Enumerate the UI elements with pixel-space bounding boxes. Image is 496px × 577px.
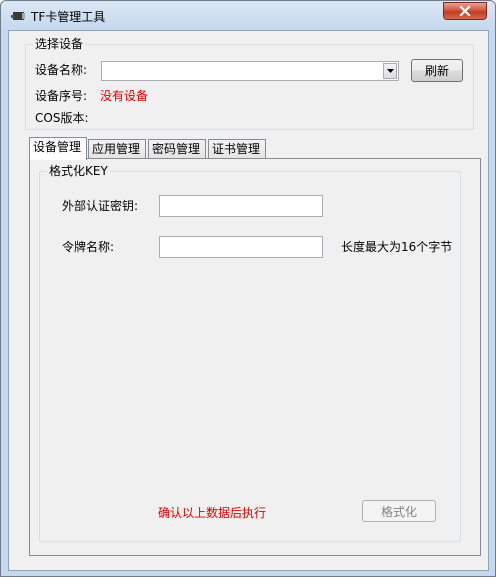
device-name-label: 设备名称: — [35, 63, 88, 77]
tab-certificate-management-label: 证书管理 — [212, 142, 261, 156]
serial-value: 没有设备 — [100, 89, 149, 103]
ext-auth-key-input[interactable] — [159, 195, 323, 217]
tab-certificate-management[interactable]: 证书管理 — [208, 139, 266, 159]
app-window: TF卡管理工具 选择设备 设备名称: 刷新 设备序号: 没有设备 COS版本: … — [0, 0, 496, 577]
device-dropdown-button[interactable] — [383, 63, 397, 79]
token-name-label: 令牌名称: — [62, 240, 115, 254]
dropdown-arrow-icon — [386, 69, 394, 73]
confirm-hint: 确认以上数据后执行 — [158, 506, 267, 520]
select-device-group-title: 选择设备 — [33, 37, 86, 51]
app-icon — [11, 12, 25, 20]
refresh-button-label: 刷新 — [424, 64, 449, 78]
close-icon — [459, 6, 471, 16]
refresh-button[interactable]: 刷新 — [411, 59, 463, 82]
format-key-group: 格式化KEY 外部认证密钥: 令牌名称: 长度最大为16个字节 确认以上数据后执… — [39, 164, 461, 542]
format-button[interactable]: 格式化 — [362, 500, 436, 522]
ext-auth-key-label: 外部认证密钥: — [62, 199, 139, 213]
tab-app-management-label: 应用管理 — [92, 142, 141, 156]
token-name-input[interactable] — [159, 236, 323, 258]
client-area: 选择设备 设备名称: 刷新 设备序号: 没有设备 COS版本: 设备管理 应用管… — [8, 30, 489, 571]
tab-password-management-label: 密码管理 — [152, 142, 201, 156]
format-button-label: 格式化 — [380, 504, 417, 519]
token-name-hint: 长度最大为16个字节 — [341, 240, 453, 254]
tab-device-management-label: 设备管理 — [33, 140, 82, 154]
tab-device-management[interactable]: 设备管理 — [29, 137, 87, 160]
format-key-group-title: 格式化KEY — [47, 164, 110, 178]
cos-version-label: COS版本: — [35, 111, 89, 125]
title-bar[interactable]: TF卡管理工具 — [1, 1, 495, 30]
device-name-combobox[interactable] — [101, 61, 399, 81]
tab-app-management[interactable]: 应用管理 — [88, 139, 146, 159]
device-management-panel: 格式化KEY 外部认证密钥: 令牌名称: 长度最大为16个字节 确认以上数据后执… — [29, 158, 481, 556]
tab-password-management[interactable]: 密码管理 — [148, 139, 206, 159]
serial-label: 设备序号: — [35, 89, 88, 103]
select-device-group: 选择设备 设备名称: 刷新 设备序号: 没有设备 COS版本: — [25, 37, 474, 130]
window-title: TF卡管理工具 — [31, 10, 106, 24]
close-button[interactable] — [443, 2, 487, 20]
